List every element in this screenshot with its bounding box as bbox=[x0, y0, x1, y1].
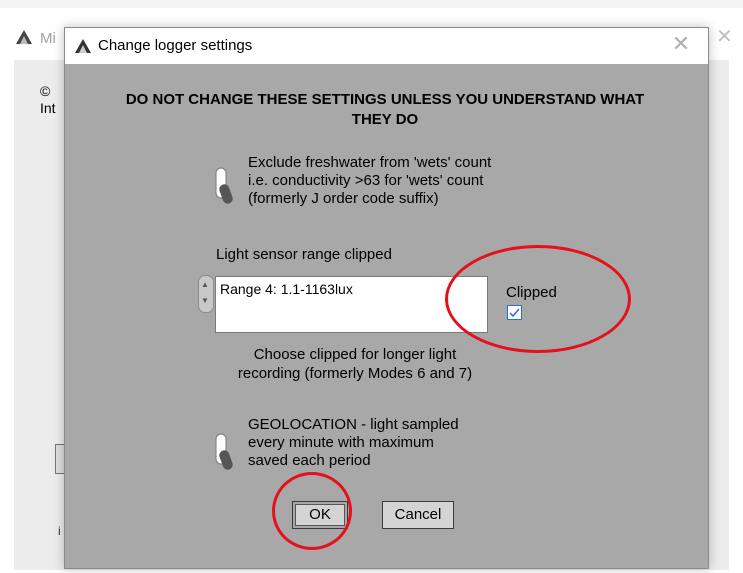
dialog-titlebar[interactable]: Change logger settings ✕ bbox=[65, 28, 708, 64]
geolocation-toggle-switch[interactable] bbox=[213, 432, 233, 472]
clipped-annotation-circle bbox=[445, 245, 631, 353]
freshwater-line-2: i.e. conductivity >63 for 'wets' count bbox=[248, 172, 484, 189]
app-icon bbox=[16, 30, 32, 44]
light-sensor-label: Light sensor range clipped bbox=[216, 246, 392, 263]
warning-heading: DO NOT CHANGE THESE SETTINGS UNLESS YOU … bbox=[125, 91, 645, 128]
freshwater-line-3: (formerly J order code suffix) bbox=[248, 190, 439, 207]
cancel-button[interactable]: Cancel bbox=[382, 501, 454, 529]
spinner-down-icon[interactable]: ▼ bbox=[201, 297, 209, 305]
background-close-icon[interactable]: ✕ bbox=[716, 24, 733, 49]
dialog-title: Change logger settings bbox=[98, 37, 253, 54]
geolocation-option-text: GEOLOCATION - light sampled every minute… bbox=[248, 416, 568, 470]
geolocation-line-2: every minute with maximum bbox=[248, 434, 434, 451]
clipped-note: Choose clipped for longer light recordin… bbox=[207, 345, 503, 383]
freshwater-option-text: Exclude freshwater from 'wets' count i.e… bbox=[248, 154, 568, 208]
freshwater-line-1: Exclude freshwater from 'wets' count bbox=[248, 154, 492, 171]
spinner-up-icon[interactable]: ▲ bbox=[201, 281, 209, 289]
clipped-note-line-2: recording (formerly Modes 6 and 7) bbox=[237, 365, 473, 382]
close-icon[interactable]: ✕ bbox=[669, 31, 693, 57]
clipped-note-line-1: Choose clipped for longer light bbox=[253, 346, 457, 363]
light-range-selected[interactable]: Range 4: 1.1-1163lux bbox=[220, 281, 353, 297]
app-icon bbox=[75, 39, 91, 53]
geolocation-line-3: saved each period bbox=[248, 452, 371, 469]
background-window-title: Mi bbox=[40, 30, 56, 47]
background-small-text: i bbox=[58, 524, 61, 538]
ok-annotation-circle bbox=[272, 472, 352, 550]
range-spinner[interactable]: ▲ ▼ bbox=[198, 275, 214, 313]
freshwater-toggle-switch[interactable] bbox=[213, 166, 233, 206]
background-top-strip bbox=[0, 0, 743, 8]
copyright-text: © bbox=[40, 83, 51, 99]
geolocation-line-1: GEOLOCATION - light sampled bbox=[248, 416, 459, 433]
int-text: Int bbox=[40, 100, 56, 116]
